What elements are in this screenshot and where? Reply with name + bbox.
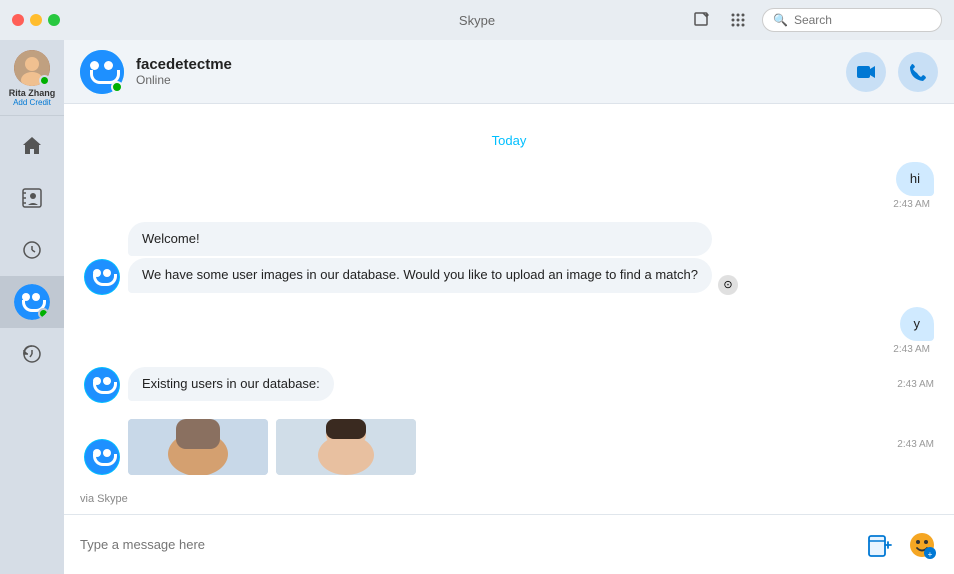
images-row — [128, 419, 416, 475]
messages-area[interactable]: Today hi 2:43 AM Welcome! We have some u… — [64, 104, 954, 514]
msg-avatar — [84, 439, 120, 475]
message-row: y 2:43 AM — [84, 307, 934, 355]
input-area: via Skype — [64, 514, 954, 574]
maximize-button[interactable] — [48, 14, 60, 26]
msg-avatar — [84, 367, 120, 403]
message-row: Existing users in our database: 2:43 AM — [84, 367, 934, 403]
msg-time: 2:43 AM — [887, 379, 934, 390]
msg-time: 2:43 AM — [893, 344, 930, 355]
audio-call-button[interactable] — [898, 52, 938, 92]
msg-content — [128, 415, 416, 475]
reaction-button[interactable]: ⊙ — [718, 275, 738, 295]
clock-icon — [19, 237, 45, 263]
user-avatar-wrap — [14, 50, 50, 86]
history-icon — [19, 341, 45, 367]
input-actions: + — [864, 529, 938, 561]
sidebar-item-contacts[interactable] — [0, 172, 64, 224]
emoji-button[interactable]: + — [906, 529, 938, 561]
face-image-1 — [128, 419, 268, 475]
sidebar-item-home[interactable] — [0, 120, 64, 172]
msg-bubble: Existing users in our database: — [128, 367, 334, 401]
close-button[interactable] — [12, 14, 24, 26]
contact-name: facedetectme — [136, 56, 846, 73]
home-icon — [19, 133, 45, 159]
message-row: hi 2:43 AM — [84, 162, 934, 210]
msg-content: hi 2:43 AM — [893, 162, 934, 210]
contact-info: facedetectme Online — [136, 56, 846, 87]
titlebar: Skype 🔍 — [0, 0, 954, 40]
msg-content: Existing users in our database: — [128, 367, 334, 403]
sidebar: Rita Zhang Add Credit — [0, 40, 64, 574]
msg-bubble: We have some user images in our database… — [128, 258, 712, 292]
sidebar-item-history[interactable] — [0, 328, 64, 380]
search-input[interactable] — [794, 13, 931, 27]
app-title: Skype — [459, 13, 495, 28]
message-row: Welcome! We have some user images in our… — [84, 222, 934, 294]
contacts-icon — [19, 185, 45, 211]
message-row: 2:43 AM — [84, 415, 934, 475]
msg-bubble: Welcome! — [128, 222, 712, 256]
msg-content: y 2:43 AM — [893, 307, 934, 355]
sidebar-item-recent[interactable] — [0, 224, 64, 276]
dialpad-icon[interactable] — [726, 8, 750, 32]
via-skype-label: via Skype — [80, 493, 128, 505]
minimize-button[interactable] — [30, 14, 42, 26]
date-divider: Today — [84, 132, 934, 150]
active-online-dot — [38, 308, 49, 319]
chat-area: facedetectme Online — [64, 40, 954, 574]
user-profile[interactable]: Rita Zhang Add Credit — [0, 40, 64, 116]
window-controls[interactable] — [12, 14, 60, 26]
msg-bubble: hi — [896, 162, 934, 196]
sidebar-nav — [0, 116, 64, 380]
titlebar-right: 🔍 — [690, 8, 942, 32]
svg-text:+: + — [928, 550, 933, 559]
contact-online-dot — [111, 81, 123, 93]
chat-header-actions — [846, 52, 938, 92]
message-input[interactable] — [80, 537, 864, 552]
date-label: Today — [492, 133, 527, 148]
contact-status: Online — [136, 73, 846, 87]
msg-bubble: y — [900, 307, 935, 341]
main-layout: Rita Zhang Add Credit — [0, 40, 954, 574]
chat-header: facedetectme Online — [64, 40, 954, 104]
active-chat-avatar — [14, 284, 50, 320]
send-file-button[interactable] — [864, 529, 896, 561]
msg-content: Welcome! We have some user images in our… — [128, 222, 712, 294]
add-credit-link[interactable]: Add Credit — [13, 98, 51, 107]
msg-time: 2:43 AM — [893, 199, 930, 210]
msg-avatar — [84, 259, 120, 295]
compose-icon[interactable] — [690, 8, 714, 32]
search-box[interactable]: 🔍 — [762, 8, 942, 32]
face-image-2 — [276, 419, 416, 475]
user-online-dot — [39, 75, 50, 86]
video-call-button[interactable] — [846, 52, 886, 92]
user-name: Rita Zhang — [9, 88, 56, 98]
search-icon: 🔍 — [773, 13, 788, 27]
sidebar-item-active-chat[interactable] — [0, 276, 64, 328]
msg-time: 2:43 AM — [887, 439, 934, 450]
contact-avatar — [80, 50, 124, 94]
